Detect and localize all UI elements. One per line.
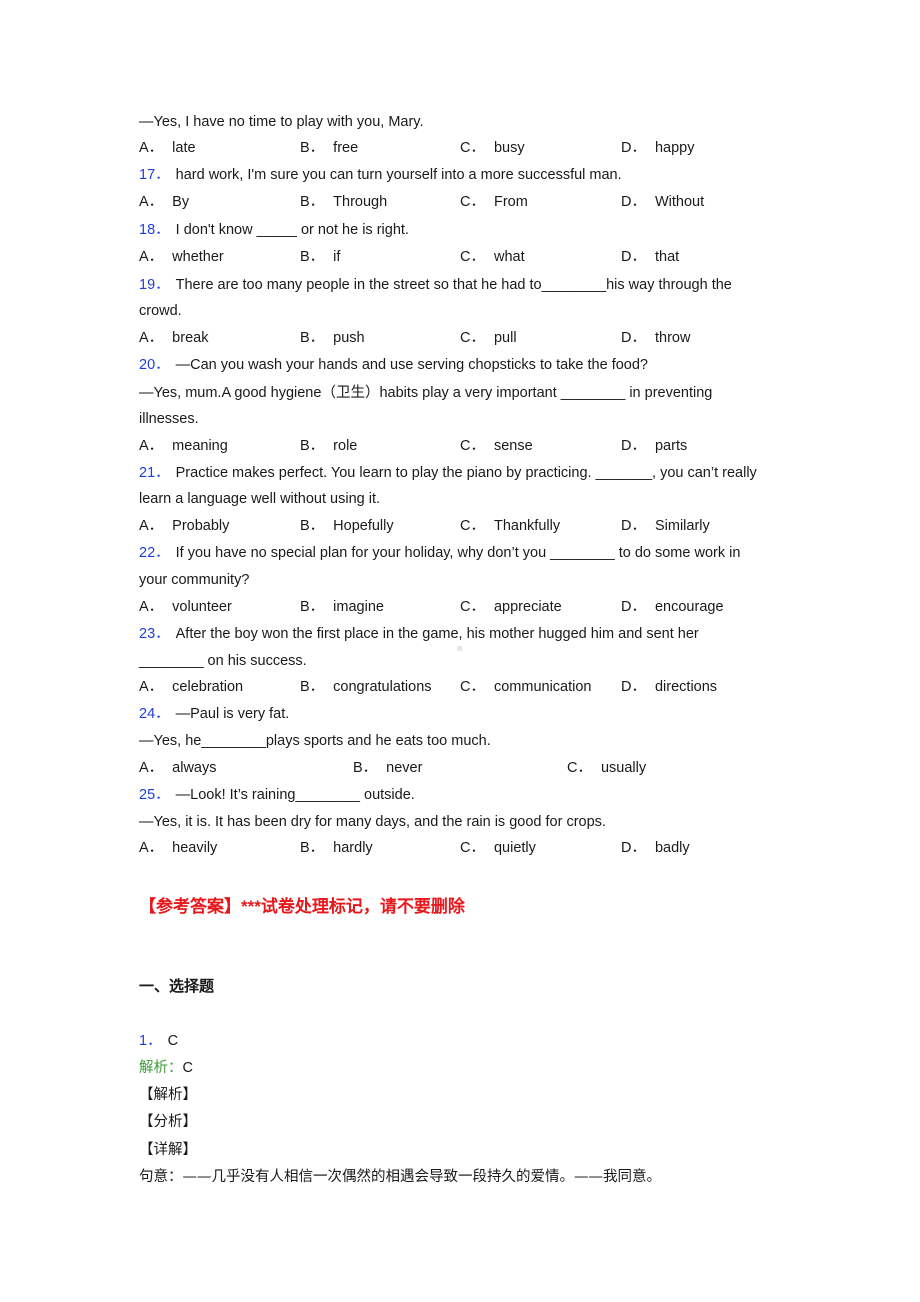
option-c[interactable]: C． quietly [460, 838, 536, 858]
option-a[interactable]: A． Probably [139, 516, 229, 536]
option-d[interactable]: D． parts [621, 436, 687, 456]
option-d[interactable]: D． badly [621, 838, 690, 858]
question-number: 21． [139, 465, 170, 481]
option-c[interactable]: C． Thankfully [460, 516, 560, 536]
answer-key-title: 【参考答案】***试卷处理标记，请不要删除 [139, 897, 465, 916]
analysis-value: C [182, 1060, 193, 1076]
option-d[interactable]: D． Similarly [621, 516, 710, 536]
q19-stem: 19． There are too many people in the stre… [139, 277, 732, 293]
tag-fenxi: 【分析】 [139, 1114, 197, 1130]
option-b[interactable]: B． Hopefully [300, 516, 394, 536]
option-a[interactable]: A． volunteer [139, 597, 232, 617]
analysis-label: 解析： [139, 1060, 183, 1076]
option-c[interactable]: C． what [460, 247, 525, 267]
option-b[interactable]: B． push [300, 328, 365, 348]
q25-stem-cont: —Yes, it is. It has been dry for many da… [139, 814, 606, 830]
option-d[interactable]: D． happy [621, 138, 695, 158]
answer-number: 1． [139, 1033, 162, 1049]
q21-stem: 21． Practice makes perfect. You learn to … [139, 465, 757, 481]
question-number: 22． [139, 545, 170, 561]
q17-stem: 17． hard work, I'm sure you can turn your… [139, 167, 622, 183]
analysis-line: 解析：C [139, 1058, 193, 1078]
option-b[interactable]: B． free [300, 138, 358, 158]
tag-analysis: 【解析】 [139, 1087, 197, 1103]
option-b[interactable]: B． congratulations [300, 677, 432, 697]
tag-detail: 【详解】 [139, 1142, 197, 1158]
option-c[interactable]: C． appreciate [460, 597, 562, 617]
question-number: 25． [139, 787, 170, 803]
option-d[interactable]: D． throw [621, 328, 690, 348]
q24-stem: 24． —Paul is very fat. [139, 706, 290, 722]
q21-stem-cont: learn a language well without using it. [139, 491, 381, 507]
option-c[interactable]: C． usually [567, 758, 646, 778]
question-number: 24． [139, 706, 170, 722]
option-c[interactable]: C． From [460, 192, 528, 212]
option-d[interactable]: D． Without [621, 192, 704, 212]
question-number: 20． [139, 357, 170, 373]
option-c[interactable]: C． busy [460, 138, 525, 158]
option-c[interactable]: C． pull [460, 328, 517, 348]
option-b[interactable]: B． Through [300, 192, 387, 212]
option-b[interactable]: B． role [300, 436, 357, 456]
option-a[interactable]: A． late [139, 138, 196, 158]
answer-value: C [167, 1033, 179, 1049]
sentence-meaning: 句意：——几乎没有人相信一次偶然的相遇会导致一段持久的爱情。——我同意。 [139, 1169, 661, 1185]
option-c[interactable]: C． communication [460, 677, 592, 697]
option-a[interactable]: A． meaning [139, 436, 228, 456]
section-title: 一、选择题 [139, 978, 215, 995]
option-a[interactable]: A． heavily [139, 838, 217, 858]
answer-1: 1． C [139, 1031, 178, 1051]
option-d[interactable]: D． encourage [621, 597, 724, 617]
question-number: 23． [139, 626, 170, 642]
q22-stem: 22． If you have no special plan for your … [139, 545, 741, 561]
option-a[interactable]: A． By [139, 192, 189, 212]
option-b[interactable]: B． never [353, 758, 422, 778]
option-a[interactable]: A． always [139, 758, 217, 778]
q19-stem-cont: crowd. [139, 303, 182, 319]
option-b[interactable]: B． hardly [300, 838, 373, 858]
option-a[interactable]: A． celebration [139, 677, 243, 697]
artifact-dot [457, 646, 462, 651]
option-b[interactable]: B． imagine [300, 597, 384, 617]
q20-stem-cont2: illnesses. [139, 411, 199, 427]
q20-stem: 20． —Can you wash your hands and use serv… [139, 357, 648, 373]
q20-stem-cont: —Yes, mum.A good hygiene（卫生）habits play … [139, 385, 713, 401]
option-a[interactable]: A． break [139, 328, 208, 348]
q16-dialogue: —Yes, I have no time to play with you, M… [139, 114, 424, 130]
q25-stem: 25． —Look! It’s raining________ outside. [139, 787, 415, 803]
q18-stem: 18． I don't know _____ or not he is right… [139, 222, 409, 238]
option-a[interactable]: A． whether [139, 247, 224, 267]
option-d[interactable]: D． that [621, 247, 679, 267]
q23-stem-cont: ________ on his success. [139, 653, 307, 669]
option-b[interactable]: B． if [300, 247, 340, 267]
question-number: 17． [139, 167, 170, 183]
q24-stem-cont: —Yes, he________plays sports and he eats… [139, 733, 491, 749]
q23-stem: 23． After the boy won the first place in … [139, 626, 699, 642]
option-d[interactable]: D． directions [621, 677, 717, 697]
q22-stem-cont: your community? [139, 572, 250, 588]
option-c[interactable]: C． sense [460, 436, 533, 456]
question-number: 18． [139, 222, 170, 238]
question-number: 19． [139, 277, 170, 293]
